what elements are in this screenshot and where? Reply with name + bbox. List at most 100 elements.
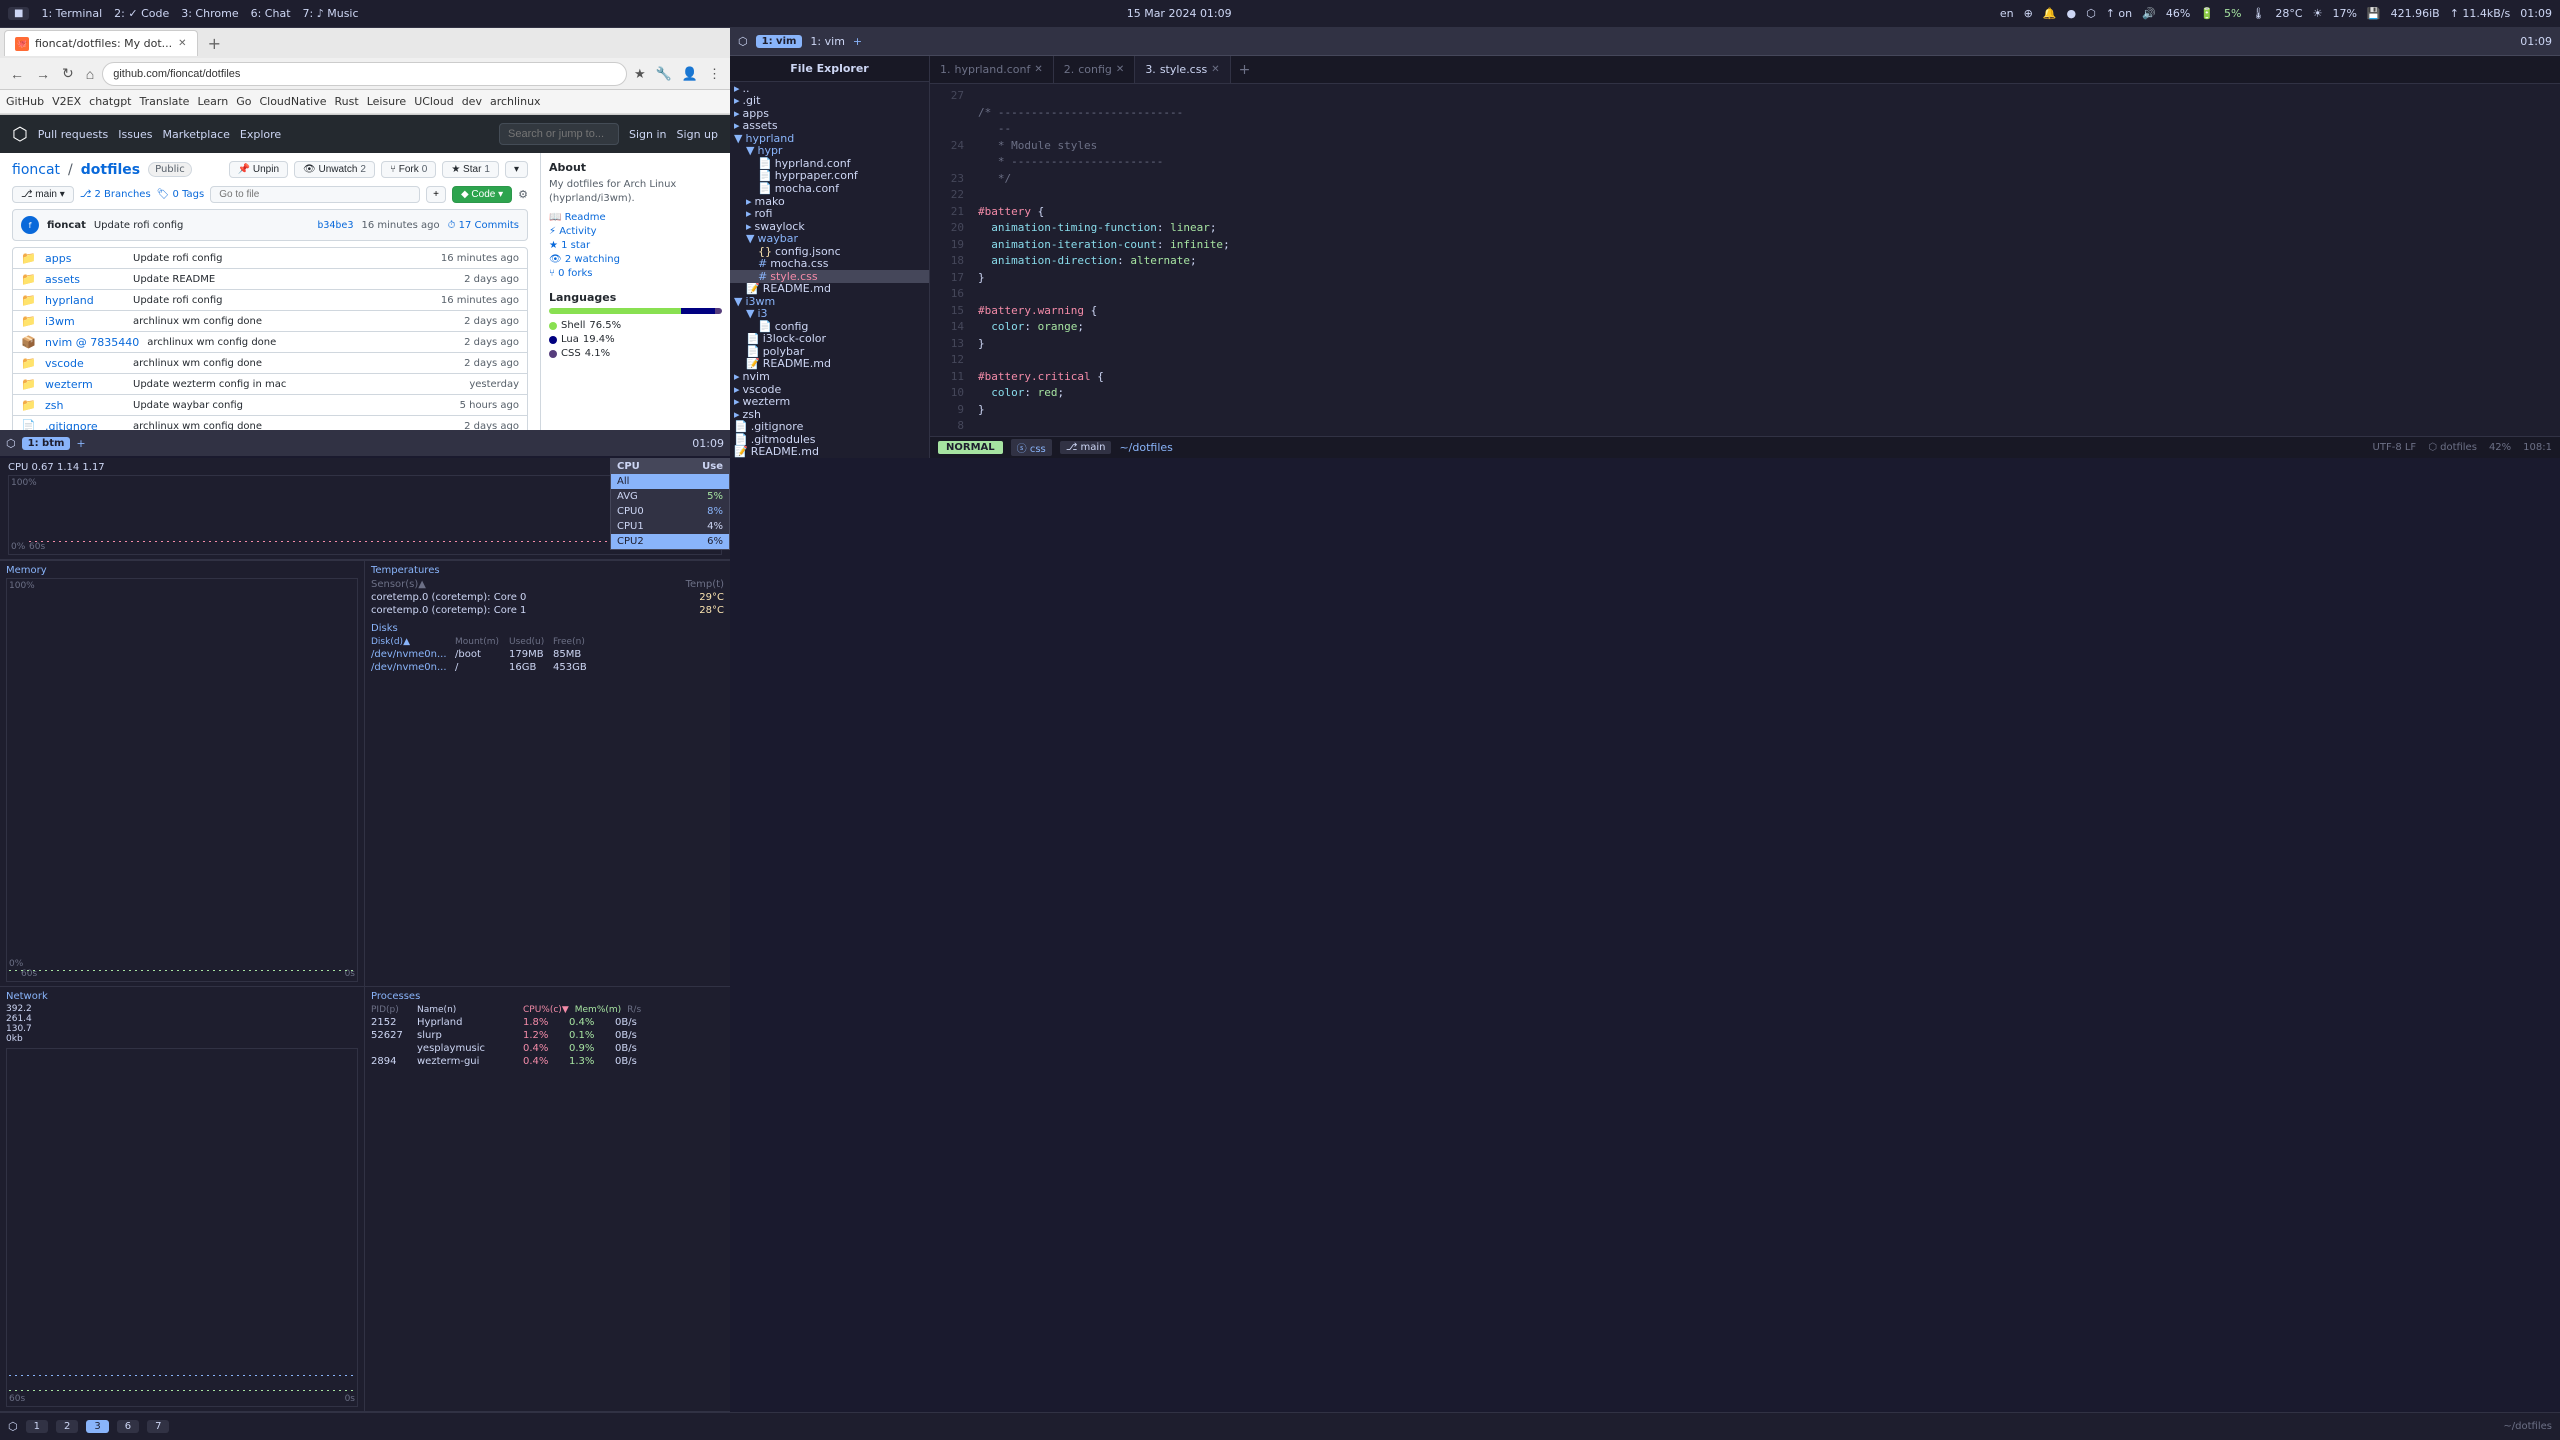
bookmark-learn[interactable]: Learn: [197, 95, 228, 108]
activity-link[interactable]: ⚡ Activity: [549, 226, 722, 237]
fe-item-swaylock[interactable]: ▸ swaylock: [730, 220, 929, 233]
table-row[interactable]: 📁 zsh Update waybar config 5 hours ago: [13, 395, 527, 416]
commit-user[interactable]: fioncat: [47, 220, 86, 231]
cpu-popup-row-cpu0[interactable]: CPU0 8%: [611, 504, 729, 519]
workspace-3[interactable]: 3: [86, 1420, 108, 1433]
file-name[interactable]: vscode: [45, 357, 125, 370]
fe-item-waybar[interactable]: ▼ waybar: [730, 232, 929, 245]
fe-item-readme-root[interactable]: 📝 README.md: [730, 445, 929, 458]
app-terminal[interactable]: 1: Terminal: [41, 7, 102, 20]
table-row[interactable]: 📦 nvim @ 7835440 archlinux wm config don…: [13, 332, 527, 353]
commits-count-link[interactable]: ⏱ 17 Commits: [448, 220, 519, 231]
file-name[interactable]: nvim @ 7835440: [45, 336, 139, 349]
file-name[interactable]: assets: [45, 273, 125, 286]
new-tab-button[interactable]: +: [1231, 62, 1259, 78]
bookmark-leisure[interactable]: Leisure: [367, 95, 407, 108]
gh-nav-pulls[interactable]: Pull requests: [38, 128, 109, 141]
fe-item-style-css[interactable]: # style.css: [730, 270, 929, 283]
forward-button[interactable]: →: [32, 64, 54, 84]
repo-owner-link[interactable]: fioncat: [12, 162, 60, 178]
fe-item-nvim[interactable]: ▸ nvim: [730, 370, 929, 383]
workspace-7[interactable]: 7: [147, 1420, 169, 1433]
fe-item-dotdot[interactable]: ▸ ..: [730, 82, 929, 95]
commit-hash[interactable]: b34be3: [317, 220, 353, 231]
active-tab[interactable]: 🐙 fioncat/dotfiles: My dot... ✕: [4, 30, 198, 56]
close-tab-3-button[interactable]: ✕: [1211, 64, 1219, 75]
menu-button[interactable]: ⋮: [705, 64, 724, 84]
extensions-button[interactable]: 🔧: [653, 64, 675, 84]
tab-style-css[interactable]: 3. style.css ✕: [1135, 56, 1230, 83]
app-chat[interactable]: 6: Chat: [251, 7, 291, 20]
file-name[interactable]: wezterm: [45, 378, 125, 391]
fe-item-readme-hypr[interactable]: 📝 README.md: [730, 283, 929, 296]
bookmark-v2ex[interactable]: V2EX: [52, 95, 81, 108]
tags-count-link[interactable]: 🏷 0 Tags: [157, 189, 205, 200]
unwatch-button[interactable]: 👁 Unwatch 2: [294, 161, 375, 178]
fe-item-readme-i3[interactable]: 📝 README.md: [730, 358, 929, 371]
bookmark-rust[interactable]: Rust: [335, 95, 359, 108]
table-row[interactable]: 📁 i3wm archlinux wm config done 2 days a…: [13, 311, 527, 332]
table-row[interactable]: 📁 hyprland Update rofi config 16 minutes…: [13, 290, 527, 311]
table-row[interactable]: 📁 assets Update README 2 days ago: [13, 269, 527, 290]
fe-item-hypr[interactable]: ▼ hypr: [730, 145, 929, 158]
add-file-button[interactable]: +: [426, 186, 446, 203]
fe-item-polybar[interactable]: 📄 polybar: [730, 345, 929, 358]
goto-file-input[interactable]: [210, 186, 420, 203]
bookmark-dev[interactable]: dev: [462, 95, 482, 108]
close-tab-1-button[interactable]: ✕: [1034, 64, 1042, 75]
bookmark-archlinux[interactable]: archlinux: [490, 95, 541, 108]
gh-nav-issues[interactable]: Issues: [118, 128, 152, 141]
fe-item-mako[interactable]: ▸ mako: [730, 195, 929, 208]
close-tab-2-button[interactable]: ✕: [1116, 64, 1124, 75]
star-options-button[interactable]: ▾: [505, 161, 528, 178]
fe-item-i3-config[interactable]: 📄 config: [730, 320, 929, 333]
url-bar[interactable]: [102, 62, 627, 86]
vim-new-tab-btn[interactable]: +: [853, 35, 862, 48]
fe-item-hyprland-conf[interactable]: 📄 hyprland.conf: [730, 157, 929, 170]
reload-button[interactable]: ↻: [58, 63, 78, 84]
fork-button[interactable]: ⑂ Fork 0: [381, 161, 436, 178]
tab-config[interactable]: 2. config ✕: [1054, 56, 1136, 83]
branches-count-link[interactable]: ⎇ 2 Branches: [80, 189, 151, 200]
app-chrome[interactable]: 3: Chrome: [181, 7, 238, 20]
branch-selector[interactable]: ⎇ main ▾: [12, 186, 74, 203]
fe-item-config-jsonc[interactable]: {} config.jsonc: [730, 245, 929, 258]
bookmark-github[interactable]: GitHub: [6, 95, 44, 108]
fe-item-gitignore[interactable]: 📄 .gitignore: [730, 420, 929, 433]
file-name[interactable]: zsh: [45, 399, 125, 412]
fe-item-mocha-css[interactable]: # mocha.css: [730, 257, 929, 270]
repo-name-link[interactable]: dotfiles: [81, 162, 140, 178]
bookmark-ucloud[interactable]: UCloud: [414, 95, 453, 108]
fe-item-assets[interactable]: ▸ assets: [730, 120, 929, 133]
workspace-6[interactable]: 6: [117, 1420, 139, 1433]
fe-item-wezterm[interactable]: ▸ wezterm: [730, 395, 929, 408]
cpu-popup-row-all[interactable]: All: [611, 474, 729, 489]
fe-item-hyprland[interactable]: ▼ hyprland: [730, 132, 929, 145]
fe-item-zsh[interactable]: ▸ zsh: [730, 408, 929, 421]
table-row[interactable]: 📁 apps Update rofi config 16 minutes ago: [13, 248, 527, 269]
gh-nav-marketplace[interactable]: Marketplace: [162, 128, 229, 141]
tab-hyprland-conf[interactable]: 1. hyprland.conf ✕: [930, 56, 1054, 83]
code-button[interactable]: ◆ Code ▾: [452, 186, 512, 203]
fe-item-i3wm[interactable]: ▼ i3wm: [730, 295, 929, 308]
forks-link[interactable]: ⑂ 0 forks: [549, 268, 722, 279]
bookmark-cloudnative[interactable]: CloudNative: [259, 95, 326, 108]
fe-item-git[interactable]: ▸ .git: [730, 95, 929, 108]
bookmark-chatgpt[interactable]: chatgpt: [89, 95, 131, 108]
account-button[interactable]: 👤: [679, 64, 701, 84]
cpu-popup-row-avg[interactable]: AVG 5%: [611, 489, 729, 504]
workspace-1[interactable]: 1: [26, 1420, 48, 1433]
stars-link[interactable]: ★ 1 star: [549, 240, 722, 251]
settings-icon[interactable]: ⚙: [518, 188, 528, 201]
unpin-button[interactable]: 📌 Unpin: [229, 161, 288, 178]
bookmark-star-button[interactable]: ★: [631, 64, 649, 84]
gh-sign-up[interactable]: Sign up: [677, 128, 718, 141]
gh-sign-in[interactable]: Sign in: [629, 128, 667, 141]
fe-item-rofi[interactable]: ▸ rofi: [730, 207, 929, 220]
btm-new-tab-btn[interactable]: +: [76, 437, 85, 450]
cpu-popup-row-cpu1[interactable]: CPU1 4%: [611, 519, 729, 534]
file-name[interactable]: i3wm: [45, 315, 125, 328]
watching-link[interactable]: 👁 2 watching: [549, 254, 722, 265]
back-button[interactable]: ←: [6, 64, 28, 84]
cpu-popup-row-cpu2[interactable]: CPU2 6%: [611, 534, 729, 549]
